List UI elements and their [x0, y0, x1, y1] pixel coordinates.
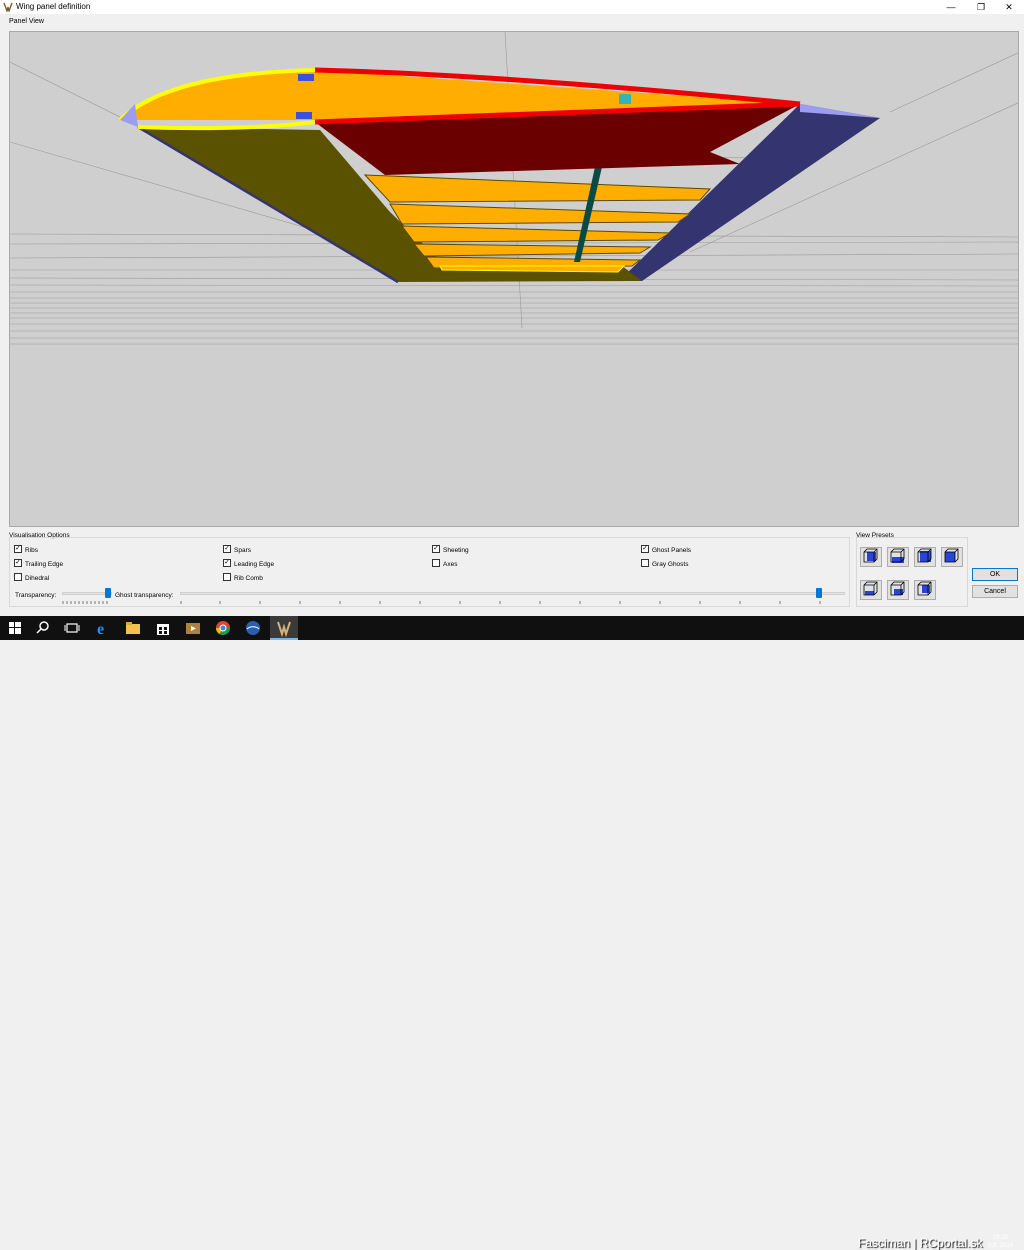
checkbox-icon[interactable]: ✓ — [14, 545, 22, 554]
transparency-label: Transparency: — [15, 592, 57, 599]
slider-ticks — [180, 601, 821, 604]
preset-3-icon — [917, 548, 932, 563]
ghost-transparency-label: Ghost transparency: — [115, 592, 174, 599]
system-clock[interactable]: 19:33 5.9. 2016 — [988, 1234, 1013, 1250]
chrome-icon[interactable] — [214, 619, 232, 637]
checkbox-icon[interactable]: ✓ — [432, 545, 440, 554]
checkbox-icon[interactable]: ✓ — [223, 545, 231, 554]
preset-4-icon — [944, 548, 959, 563]
checkbox-icon[interactable] — [223, 573, 231, 582]
3d-viewport[interactable] — [9, 31, 1019, 527]
checkbox-icon[interactable] — [14, 573, 22, 582]
spar-marker — [296, 112, 312, 119]
google-earth-icon[interactable] — [244, 619, 262, 637]
watermark-text: Fasciman | RCportal.sk — [858, 1236, 983, 1250]
cancel-button[interactable]: Cancel — [972, 585, 1018, 598]
checkbox-icon[interactable] — [432, 559, 440, 568]
spar-marker — [298, 74, 314, 81]
app-logo-icon — [277, 621, 291, 637]
checkbox-dihedral[interactable]: Dihedral — [14, 573, 49, 584]
windows-start-icon[interactable] — [6, 619, 24, 637]
preset-7-icon — [917, 581, 932, 596]
app-logo-icon — [3, 2, 13, 12]
checkbox-gray-ghosts[interactable]: Gray Ghosts — [641, 559, 688, 570]
preset-6-button[interactable] — [887, 580, 909, 600]
checkbox-rib-comb[interactable]: Rib Comb — [223, 573, 263, 584]
search-icon[interactable] — [34, 619, 52, 637]
title-bar: Wing panel definition — ❐ ✕ — [0, 0, 1024, 14]
checkbox-icon[interactable] — [641, 559, 649, 568]
checkbox-axes[interactable]: Axes — [432, 559, 457, 570]
checkbox-leading-edge[interactable]: ✓ Leading Edge — [223, 559, 274, 570]
close-button[interactable]: ✕ — [994, 0, 1024, 14]
restore-button[interactable]: ❐ — [966, 0, 996, 14]
window-title: Wing panel definition — [16, 2, 91, 11]
ok-button[interactable]: OK — [972, 568, 1018, 581]
preset-5-button[interactable] — [860, 580, 882, 600]
checkbox-ribs[interactable]: ✓ Ribs — [14, 545, 38, 556]
active-app-tab[interactable] — [270, 616, 298, 640]
transparency-slider-thumb[interactable] — [105, 588, 111, 598]
preset-2-button[interactable] — [887, 547, 909, 567]
minimize-button[interactable]: — — [936, 0, 966, 14]
checkbox-icon[interactable]: ✓ — [223, 559, 231, 568]
store-icon[interactable] — [154, 619, 172, 637]
ghost-transparency-slider[interactable] — [180, 592, 845, 595]
checkbox-sheeting[interactable]: ✓ Sheeting — [432, 545, 469, 556]
task-view-icon[interactable] — [63, 619, 81, 637]
edge-browser-icon[interactable]: e — [94, 619, 112, 637]
checkbox-ghost-panels[interactable]: ✓ Ghost Panels — [641, 545, 691, 556]
checkbox-spars[interactable]: ✓ Spars — [223, 545, 251, 556]
preset-1-icon — [863, 548, 878, 563]
checkbox-trailing-edge[interactable]: ✓ Trailing Edge — [14, 559, 63, 570]
slider-ticks — [62, 601, 108, 604]
wing-3d-render — [10, 32, 1018, 345]
wing-panel-window: Wing panel definition — ❐ ✕ Panel View V… — [0, 0, 1024, 616]
checkbox-icon[interactable]: ✓ — [14, 559, 22, 568]
file-explorer-icon[interactable] — [124, 619, 142, 637]
preset-5-icon — [863, 581, 878, 596]
ghost-transparency-slider-thumb[interactable] — [816, 588, 822, 598]
checkbox-icon[interactable]: ✓ — [641, 545, 649, 554]
media-player-icon[interactable] — [184, 619, 202, 637]
preset-6-icon — [890, 581, 905, 596]
taskbar: e 19:33 5.9. 2016 Fasciman | RCportal.sk — [0, 616, 1024, 1250]
panel-view-label: Panel View — [9, 18, 44, 25]
svg-text:e: e — [97, 621, 104, 637]
preset-7-button[interactable] — [914, 580, 936, 600]
preset-4-button[interactable] — [941, 547, 963, 567]
preset-2-icon — [890, 548, 905, 563]
spar-marker — [619, 94, 631, 104]
preset-3-button[interactable] — [914, 547, 936, 567]
preset-1-button[interactable] — [860, 547, 882, 567]
